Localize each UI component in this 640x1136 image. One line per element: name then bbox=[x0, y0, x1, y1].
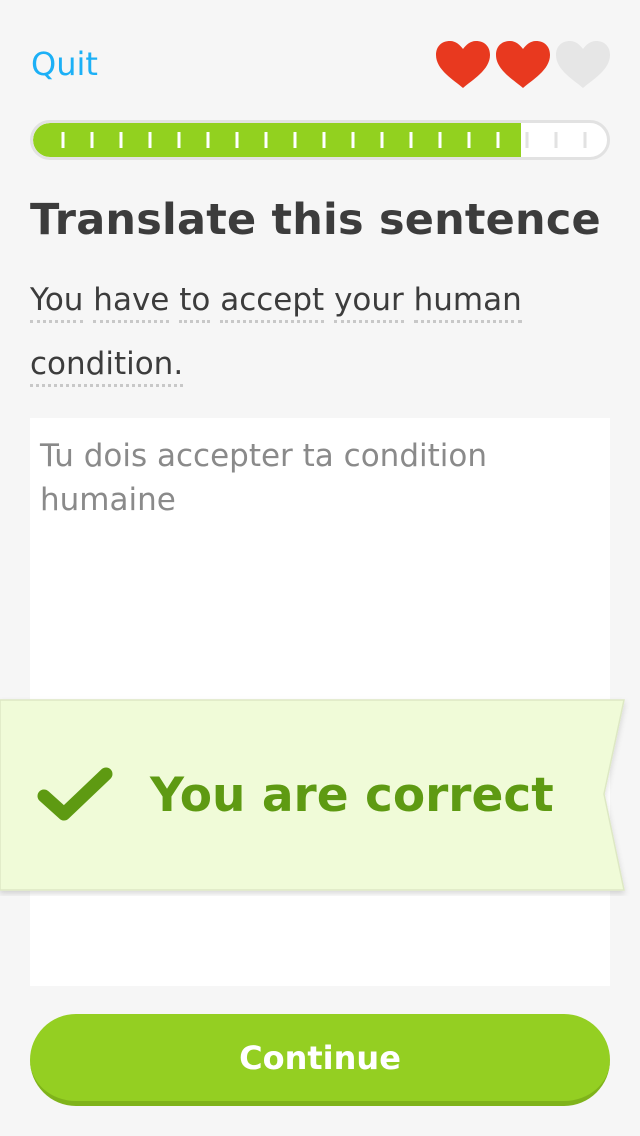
quit-button[interactable]: Quit bbox=[31, 44, 98, 84]
prompt-word[interactable]: accept bbox=[220, 282, 325, 323]
prompt-word[interactable]: You bbox=[30, 282, 84, 323]
prompt-sentence: You have to accept your human condition. bbox=[30, 268, 590, 396]
lesson-progress-bar bbox=[30, 120, 610, 160]
prompt-word[interactable]: your bbox=[334, 282, 404, 323]
heart-full-icon bbox=[434, 40, 492, 90]
progress-ticks bbox=[61, 132, 587, 148]
prompt-word[interactable]: have bbox=[93, 282, 170, 323]
prompt-word[interactable]: human bbox=[413, 282, 522, 323]
heart-empty-icon bbox=[554, 40, 612, 90]
prompt-word[interactable]: to bbox=[179, 282, 211, 323]
lives-indicator bbox=[434, 40, 614, 90]
checkmark-icon bbox=[36, 764, 116, 828]
prompt-word[interactable]: condition. bbox=[30, 346, 184, 387]
exercise-title: Translate this sentence bbox=[30, 195, 601, 245]
heart-full-icon bbox=[494, 40, 552, 90]
continue-button[interactable]: Continue bbox=[30, 1014, 610, 1106]
feedback-message: You are correct bbox=[150, 768, 554, 823]
